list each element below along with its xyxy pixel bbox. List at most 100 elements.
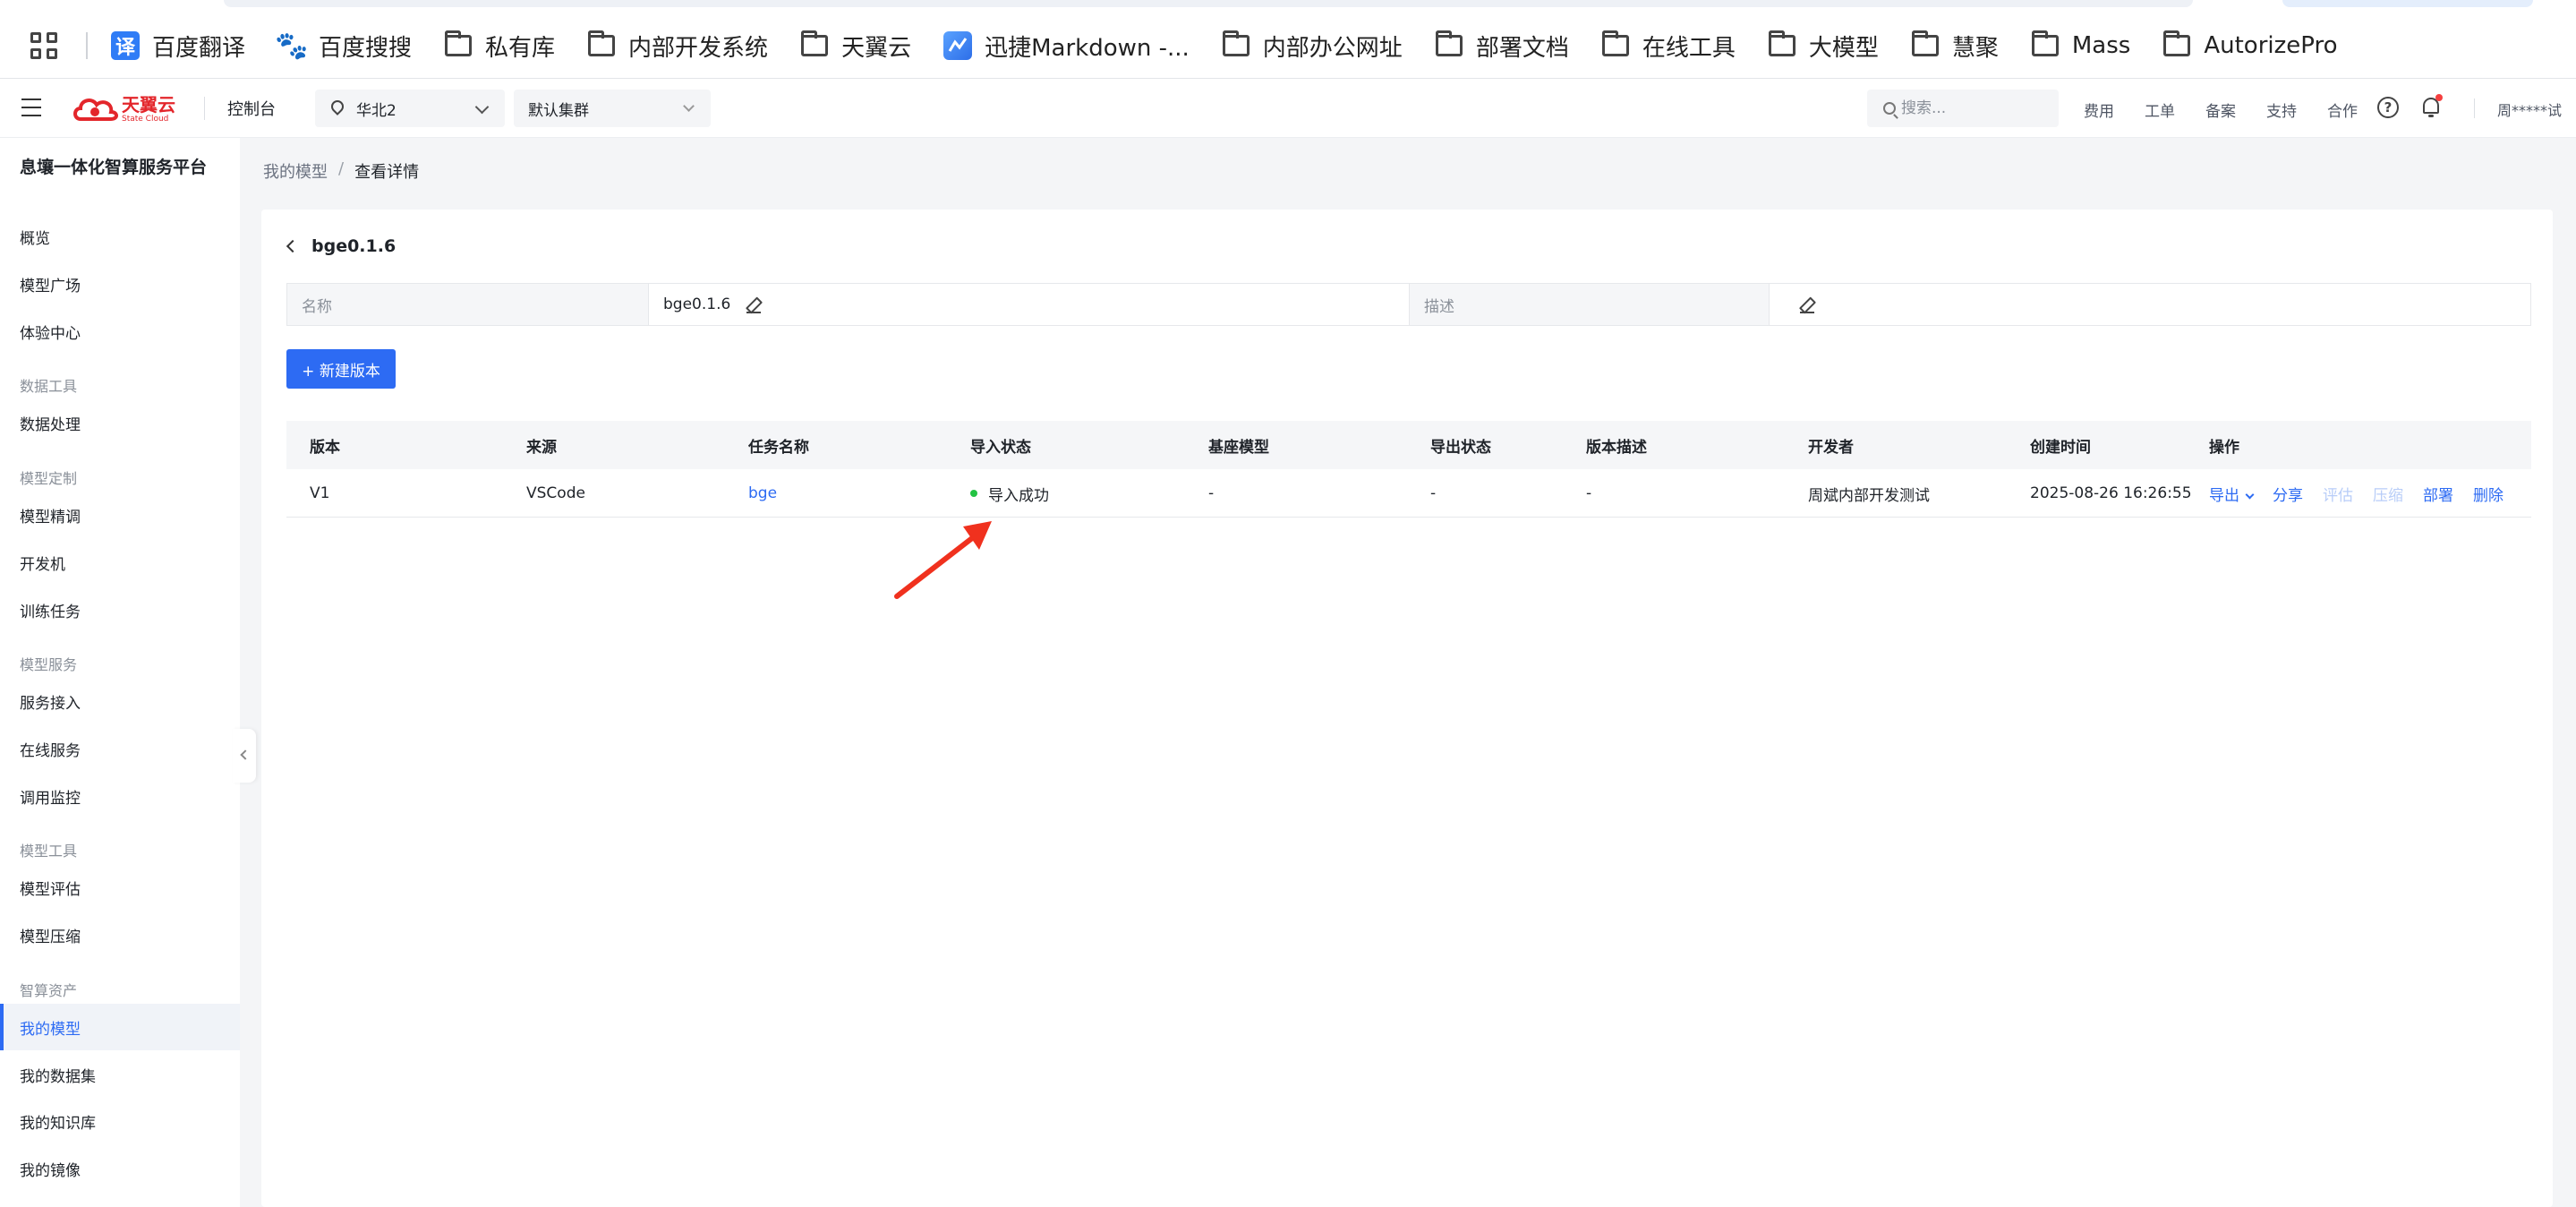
bookmark-item[interactable]: 天翼云 <box>800 30 911 63</box>
help-icon[interactable]: ? <box>2377 97 2399 118</box>
bookmark-item[interactable]: 私有库 <box>444 30 555 63</box>
col-developer: 开发者 <box>1808 438 1854 457</box>
bookmark-label: 迅捷Markdown -... <box>985 34 1190 62</box>
region-select[interactable]: 华北2 <box>315 90 505 127</box>
header-link-ticket[interactable]: 工单 <box>2145 98 2175 121</box>
sidebar-item[interactable]: 开发机 <box>0 539 240 586</box>
bookmark-label: 在线工具 <box>1642 34 1736 62</box>
sidebar-item[interactable]: 我的镜像 <box>0 1145 240 1192</box>
bookmark-item[interactable]: 在线工具 <box>1601 30 1736 63</box>
bookmark-label: 慧聚 <box>1951 34 1999 62</box>
state-cloud-logo[interactable]: 天翼云 State Cloud <box>72 91 175 127</box>
cluster-select[interactable]: 默认集群 <box>514 90 711 127</box>
header-link-support[interactable]: 支持 <box>2266 98 2297 121</box>
user-name[interactable]: 周*****试 <box>2497 98 2562 120</box>
console-link[interactable]: 控制台 <box>227 97 276 120</box>
export-dropdown[interactable]: 导出 <box>2209 483 2255 505</box>
sidebar-item[interactable]: 训练任务 <box>0 586 240 633</box>
folder-icon <box>1435 30 1463 60</box>
folder-icon <box>800 30 829 60</box>
header-link-filing[interactable]: 备案 <box>2205 98 2236 121</box>
sidebar-item[interactable]: 我的知识库 <box>0 1098 240 1144</box>
region-value: 华北2 <box>356 101 397 120</box>
bookmark-item[interactable]: 慧聚 <box>1911 30 1999 63</box>
sidebar-item[interactable]: 模型评估 <box>0 864 240 911</box>
bookmark-item[interactable]: Mass <box>2031 30 2131 60</box>
bookmark-item[interactable]: 内部办公网址 <box>1222 30 1403 63</box>
bookmark-item[interactable]: 内部开发系统 <box>587 30 768 63</box>
import-status-text: 导入成功 <box>988 486 1049 505</box>
sidebar-group-label: 模型服务 <box>20 656 78 673</box>
col-task-name: 任务名称 <box>748 438 809 457</box>
bookmark-label: Mass <box>2071 32 2131 59</box>
name-value-cell: bge0.1.6 <box>649 284 1410 325</box>
edit-name-icon[interactable] <box>746 297 762 313</box>
edit-description-icon[interactable] <box>1800 297 1814 313</box>
task-link[interactable]: bge <box>748 469 777 518</box>
sidebar-group-label: 数据工具 <box>20 378 78 395</box>
header-link-fee[interactable]: 费用 <box>2084 98 2114 121</box>
sidebar-item[interactable]: 我的模型 <box>0 1004 240 1050</box>
bookmark-item[interactable]: 部署文档 <box>1435 30 1569 63</box>
folder-icon <box>1768 30 1796 60</box>
description-label: 描述 <box>1410 284 1770 325</box>
notification-bell-icon[interactable] <box>2421 94 2443 119</box>
back-button[interactable]: bge0.1.6 <box>286 236 396 256</box>
search-box[interactable] <box>1867 90 2059 127</box>
share-action[interactable]: 分享 <box>2273 483 2303 505</box>
search-input[interactable] <box>1901 99 2053 117</box>
sidebar-item[interactable]: 在线服务 <box>0 725 240 772</box>
export-action: 导出 <box>2209 486 2239 505</box>
header-divider <box>204 97 205 120</box>
sidebar-item[interactable]: 调用监控 <box>0 773 240 819</box>
folder-icon <box>2162 30 2191 60</box>
deploy-action[interactable]: 部署 <box>2423 483 2453 505</box>
sidebar-item[interactable]: 模型广场 <box>0 261 240 307</box>
sidebar-item[interactable]: 体验中心 <box>0 308 240 355</box>
sidebar-item[interactable]: 模型压缩 <box>0 912 240 958</box>
new-version-button[interactable]: + 新建版本 <box>286 349 396 389</box>
col-actions: 操作 <box>2209 438 2239 457</box>
bookmark-item[interactable]: 🐾 百度搜搜 <box>275 30 412 63</box>
breadcrumb-separator: / <box>338 159 345 178</box>
bookmark-item[interactable]: 译百度翻译 <box>111 30 245 63</box>
sidebar-item[interactable]: 概览 <box>0 213 240 260</box>
chevron-left-icon <box>240 749 251 760</box>
bookmark-label: 部署文档 <box>1475 34 1569 62</box>
sidebar-item[interactable]: 服务接入 <box>0 678 240 724</box>
notification-dot <box>2435 94 2443 101</box>
col-source: 来源 <box>526 438 557 457</box>
address-bar-edge <box>224 0 2193 7</box>
apps-grid-icon[interactable] <box>30 32 57 59</box>
header-divider <box>2474 98 2475 118</box>
breadcrumb-parent[interactable]: 我的模型 <box>263 159 328 183</box>
header-link-cooperation[interactable]: 合作 <box>2327 98 2358 121</box>
markdown-icon <box>943 31 973 60</box>
model-detail-card: bge0.1.6 名称 bge0.1.6 描述 + 新建版本 版本 来源 任务名… <box>261 210 2553 1207</box>
name-label: 名称 <box>287 284 649 325</box>
bookmark-item[interactable]: 迅捷Markdown -... <box>943 30 1190 63</box>
cell-export-status: - <box>1430 484 1437 502</box>
menu-icon[interactable] <box>21 98 41 116</box>
breadcrumb: 我的模型 / 查看详情 <box>263 159 419 183</box>
folder-icon <box>1222 30 1250 60</box>
bookmark-item[interactable]: 大模型 <box>1768 30 1879 63</box>
cluster-value: 默认集群 <box>528 101 589 120</box>
delete-action[interactable]: 删除 <box>2473 483 2503 505</box>
sidebar-item[interactable]: 数据处理 <box>0 399 240 446</box>
sidebar-item[interactable]: 模型精调 <box>0 492 240 538</box>
cell-developer: 周斌内部开发测试 <box>1808 486 1930 505</box>
bookmarks-separator <box>86 32 88 59</box>
header-links: 费用 工单 备案 支持 合作 <box>2084 98 2388 121</box>
folder-icon <box>444 30 473 60</box>
logo-text-cn: 天翼云 <box>122 93 175 116</box>
chevron-left-icon <box>286 239 300 253</box>
table-row: V1 VSCode bge 导入成功 - - - 周斌内部开发测试 2025-0… <box>286 469 2531 518</box>
bookmark-item[interactable]: AutorizePro <box>2162 30 2338 60</box>
sidebar-collapse-button[interactable] <box>233 729 256 783</box>
sidebar-item[interactable]: 我的数据集 <box>0 1051 240 1098</box>
cloud-logo-icon <box>73 98 118 121</box>
folder-icon <box>1601 30 1630 60</box>
cell-version-desc: - <box>1586 484 1592 502</box>
col-version-desc: 版本描述 <box>1586 438 1647 457</box>
